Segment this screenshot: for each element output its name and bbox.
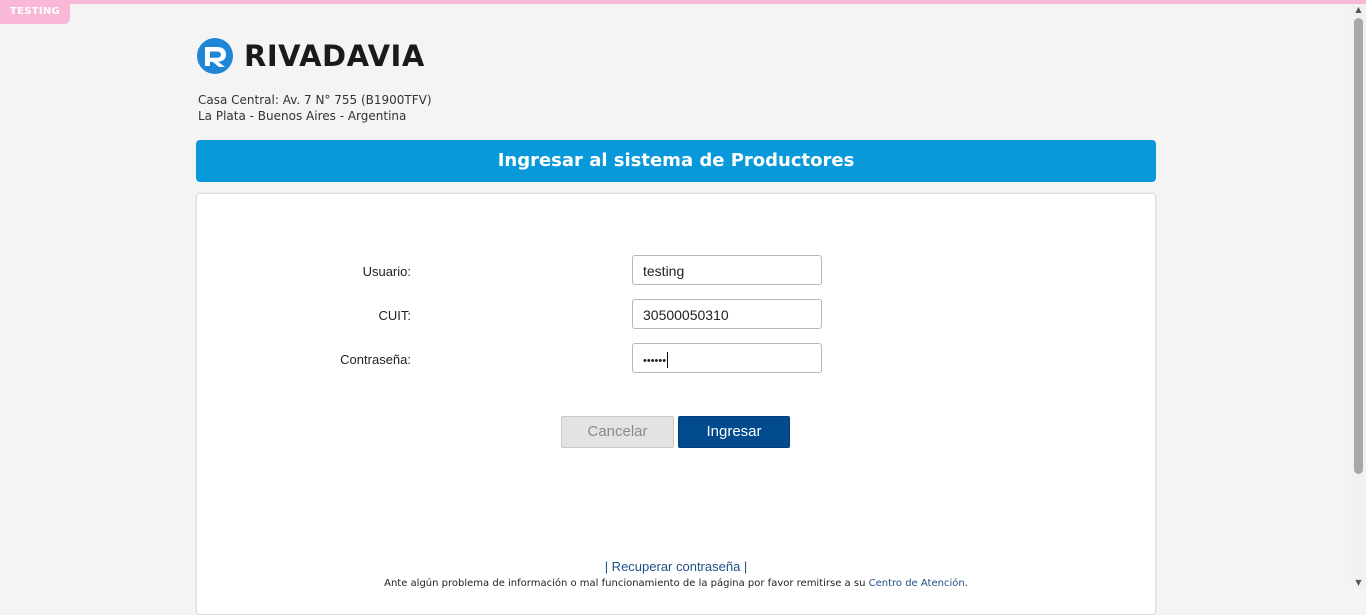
environment-badge: TESTING xyxy=(0,0,70,24)
recover-password-link[interactable]: | Recuperar contraseña | xyxy=(197,559,1155,574)
login-button[interactable]: Ingresar xyxy=(678,416,790,448)
vertical-scrollbar[interactable]: ▲ ▼ xyxy=(1351,4,1366,589)
cuit-input[interactable]: 30500050310 xyxy=(632,299,822,329)
scroll-up-icon[interactable]: ▲ xyxy=(1351,4,1366,16)
help-text: Ante algún problema de información o mal… xyxy=(197,578,1155,589)
login-panel: Usuario: testing CUIT: 30500050310 Contr… xyxy=(196,193,1156,615)
help-suffix: . xyxy=(964,578,968,589)
cuit-label: CUIT: xyxy=(378,308,412,323)
scrollbar-thumb[interactable] xyxy=(1354,18,1363,474)
cancel-button[interactable]: Cancelar xyxy=(561,416,674,448)
company-address: Casa Central: Av. 7 N° 755 (B1900TFV) La… xyxy=(198,92,432,124)
password-masked-value: •••••• xyxy=(643,355,667,367)
help-message: Ante algún problema de información o mal… xyxy=(384,578,866,589)
support-center-link[interactable]: Centro de Atención xyxy=(869,578,965,589)
text-caret xyxy=(667,352,669,369)
brand-logo: RIVADAVIA xyxy=(196,37,425,75)
page-title: Ingresar al sistema de Productores xyxy=(196,140,1156,182)
address-line-2: La Plata - Buenos Aires - Argentina xyxy=(198,109,407,123)
password-label: Contraseña: xyxy=(340,352,411,367)
environment-top-bar xyxy=(0,0,1366,4)
usuario-input[interactable]: testing xyxy=(632,255,822,285)
rivadavia-logo-icon xyxy=(197,38,233,74)
scroll-down-icon[interactable]: ▼ xyxy=(1351,577,1366,589)
brand-name: RIVADAVIA xyxy=(244,39,425,73)
address-line-1: Casa Central: Av. 7 N° 755 (B1900TFV) xyxy=(198,93,432,107)
usuario-label: Usuario: xyxy=(362,264,411,279)
password-input[interactable]: •••••• xyxy=(632,343,822,373)
